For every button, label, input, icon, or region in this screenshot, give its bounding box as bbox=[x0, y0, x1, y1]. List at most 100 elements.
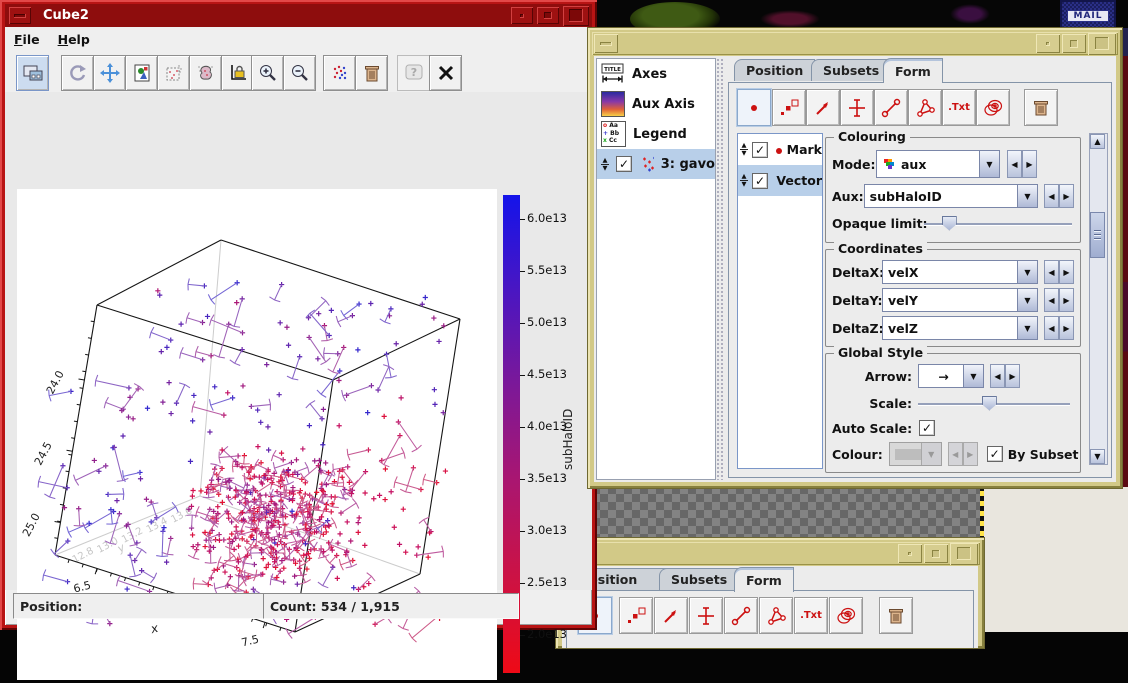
link2-form-button[interactable] bbox=[874, 89, 908, 126]
window-menu-button[interactable] bbox=[9, 7, 31, 24]
restore-button[interactable] bbox=[1088, 33, 1116, 55]
dropdown-arrow-icon[interactable]: ▼ bbox=[1017, 185, 1037, 207]
splitter-handle[interactable] bbox=[716, 58, 725, 480]
delete-form-button[interactable] bbox=[879, 597, 913, 634]
scrollbar-thumb[interactable] bbox=[1090, 212, 1105, 258]
stack-item-layer-3[interactable]: ▲▼ ✓ 3: gavo bbox=[597, 149, 715, 179]
visible-subset-button[interactable] bbox=[323, 55, 356, 91]
slider-thumb[interactable] bbox=[942, 216, 957, 231]
prev-button[interactable]: ◀ bbox=[990, 364, 1005, 388]
deltaz-combo[interactable]: velZ▼ bbox=[882, 316, 1038, 340]
form-item-mark[interactable]: ▲▼ ✓ Mark bbox=[738, 134, 822, 165]
export-window-button[interactable] bbox=[16, 55, 49, 91]
mode-combo[interactable]: aux ▼ bbox=[876, 150, 1000, 178]
restore-button[interactable] bbox=[950, 543, 978, 565]
maximize-button[interactable] bbox=[1062, 34, 1086, 53]
bottom-window-titlebar[interactable] bbox=[560, 542, 980, 565]
iconify-button[interactable] bbox=[511, 7, 533, 24]
vector-form-button[interactable] bbox=[654, 597, 688, 634]
deltax-combo[interactable]: velX▼ bbox=[882, 260, 1038, 284]
dropdown-arrow-icon[interactable]: ▼ bbox=[1017, 289, 1037, 311]
prev-button[interactable]: ◀ bbox=[1007, 150, 1022, 178]
tab-subsets[interactable]: Subsets bbox=[811, 59, 891, 81]
scale-slider[interactable] bbox=[918, 395, 1070, 412]
replot-button[interactable] bbox=[61, 55, 94, 91]
vector-form-button[interactable] bbox=[806, 89, 840, 126]
colorbar-ticks: 6.0e135.5e135.0e134.5e134.0e133.5e133.0e… bbox=[520, 195, 590, 673]
opaque-limit-slider[interactable] bbox=[924, 215, 1072, 232]
scroll-down-button[interactable]: ▼ bbox=[1090, 449, 1105, 464]
tab-form[interactable]: Form bbox=[883, 58, 943, 83]
cube2-titlebar[interactable]: Cube2 bbox=[5, 4, 592, 27]
reorder-handle-icon[interactable]: ▲▼ bbox=[740, 174, 748, 187]
label-form-button[interactable]: .Txt bbox=[794, 597, 828, 634]
maximize-button[interactable] bbox=[924, 544, 948, 563]
menu-file[interactable]: File bbox=[5, 29, 49, 50]
reorder-handle-icon[interactable]: ▲▼ bbox=[601, 158, 609, 171]
dropdown-arrow-icon[interactable]: ▼ bbox=[979, 151, 999, 177]
tab-form[interactable]: Form bbox=[734, 567, 794, 592]
next-button[interactable]: ▶ bbox=[1005, 364, 1020, 388]
by-subset-checkbox[interactable]: ✓ bbox=[987, 446, 1003, 462]
zoom-region-button[interactable] bbox=[157, 55, 190, 91]
stack-item-axes[interactable]: TITLE Axes bbox=[597, 59, 715, 89]
delete-form-button[interactable] bbox=[1024, 89, 1058, 126]
contour-form-button[interactable] bbox=[976, 89, 1010, 126]
prev-button[interactable]: ◀ bbox=[1044, 184, 1059, 208]
dropdown-arrow-icon[interactable]: ▼ bbox=[1017, 261, 1037, 283]
next-button[interactable]: ▶ bbox=[1059, 260, 1074, 284]
iconify-button[interactable] bbox=[898, 544, 922, 563]
error-form-button[interactable] bbox=[840, 89, 874, 126]
stack-item-aux-axis[interactable]: Aux Axis bbox=[597, 89, 715, 119]
prev-button[interactable]: ◀ bbox=[1044, 288, 1059, 312]
link3-form-button[interactable] bbox=[908, 89, 942, 126]
link3-form-button[interactable] bbox=[759, 597, 793, 634]
aux-combo[interactable]: subHaloID ▼ bbox=[864, 184, 1038, 208]
next-button[interactable]: ▶ bbox=[1022, 150, 1037, 178]
iconify-button[interactable] bbox=[1036, 34, 1060, 53]
next-button[interactable]: ▶ bbox=[1059, 288, 1074, 312]
blob-region-button[interactable] bbox=[189, 55, 222, 91]
control-window-titlebar[interactable] bbox=[592, 32, 1118, 55]
menu-help[interactable]: Help bbox=[49, 29, 99, 50]
tab-subsets[interactable]: Subsets bbox=[659, 568, 739, 590]
restore-button[interactable] bbox=[563, 6, 589, 26]
form-item-vector[interactable]: ▲▼ ✓ Vector bbox=[738, 165, 822, 196]
zoom-out-button[interactable] bbox=[283, 55, 316, 91]
layer-visible-checkbox[interactable]: ✓ bbox=[616, 156, 632, 172]
export-image-button[interactable] bbox=[125, 55, 158, 91]
delete-layer-button[interactable] bbox=[355, 55, 388, 91]
mail-desktop-icon[interactable]: MAIL bbox=[1060, 0, 1116, 31]
pan-button[interactable] bbox=[93, 55, 126, 91]
tab-position[interactable]: Position bbox=[734, 59, 815, 81]
next-button[interactable]: ▶ bbox=[1059, 184, 1074, 208]
deltay-combo[interactable]: velY▼ bbox=[882, 288, 1038, 312]
stack-item-legend[interactable]: o Aa+ Bbx Cc Legend bbox=[597, 119, 715, 149]
mark-form-button[interactable] bbox=[737, 89, 771, 126]
zoom-in-button[interactable] bbox=[251, 55, 284, 91]
scroll-up-button[interactable]: ▲ bbox=[1090, 134, 1105, 149]
size-form-button[interactable] bbox=[619, 597, 653, 634]
maximize-button[interactable] bbox=[537, 7, 559, 24]
prev-button[interactable]: ◀ bbox=[1044, 260, 1059, 284]
lock-axes-button[interactable] bbox=[221, 55, 254, 91]
mark-enabled-checkbox[interactable]: ✓ bbox=[752, 142, 768, 158]
help-button[interactable]: ? bbox=[397, 55, 430, 91]
dropdown-arrow-icon[interactable]: ▼ bbox=[963, 365, 983, 387]
link2-form-button[interactable] bbox=[724, 597, 758, 634]
next-button[interactable]: ▶ bbox=[1059, 316, 1074, 340]
size-form-button[interactable] bbox=[772, 89, 806, 126]
close-button[interactable] bbox=[429, 55, 462, 91]
prev-button[interactable]: ◀ bbox=[1044, 316, 1059, 340]
contour-form-button[interactable] bbox=[829, 597, 863, 634]
dropdown-arrow-icon[interactable]: ▼ bbox=[1017, 317, 1037, 339]
vector-enabled-checkbox[interactable]: ✓ bbox=[752, 173, 768, 189]
slider-thumb[interactable] bbox=[982, 396, 997, 411]
settings-scrollbar[interactable]: ▲ ▼ bbox=[1089, 133, 1108, 465]
window-menu-button[interactable] bbox=[594, 34, 618, 53]
auto-scale-checkbox[interactable]: ✓ bbox=[919, 420, 935, 436]
reorder-handle-icon[interactable]: ▲▼ bbox=[740, 143, 748, 156]
label-form-button[interactable]: .Txt bbox=[942, 89, 976, 126]
arrow-combo[interactable]: →▼ bbox=[918, 364, 984, 388]
error-form-button[interactable] bbox=[689, 597, 723, 634]
